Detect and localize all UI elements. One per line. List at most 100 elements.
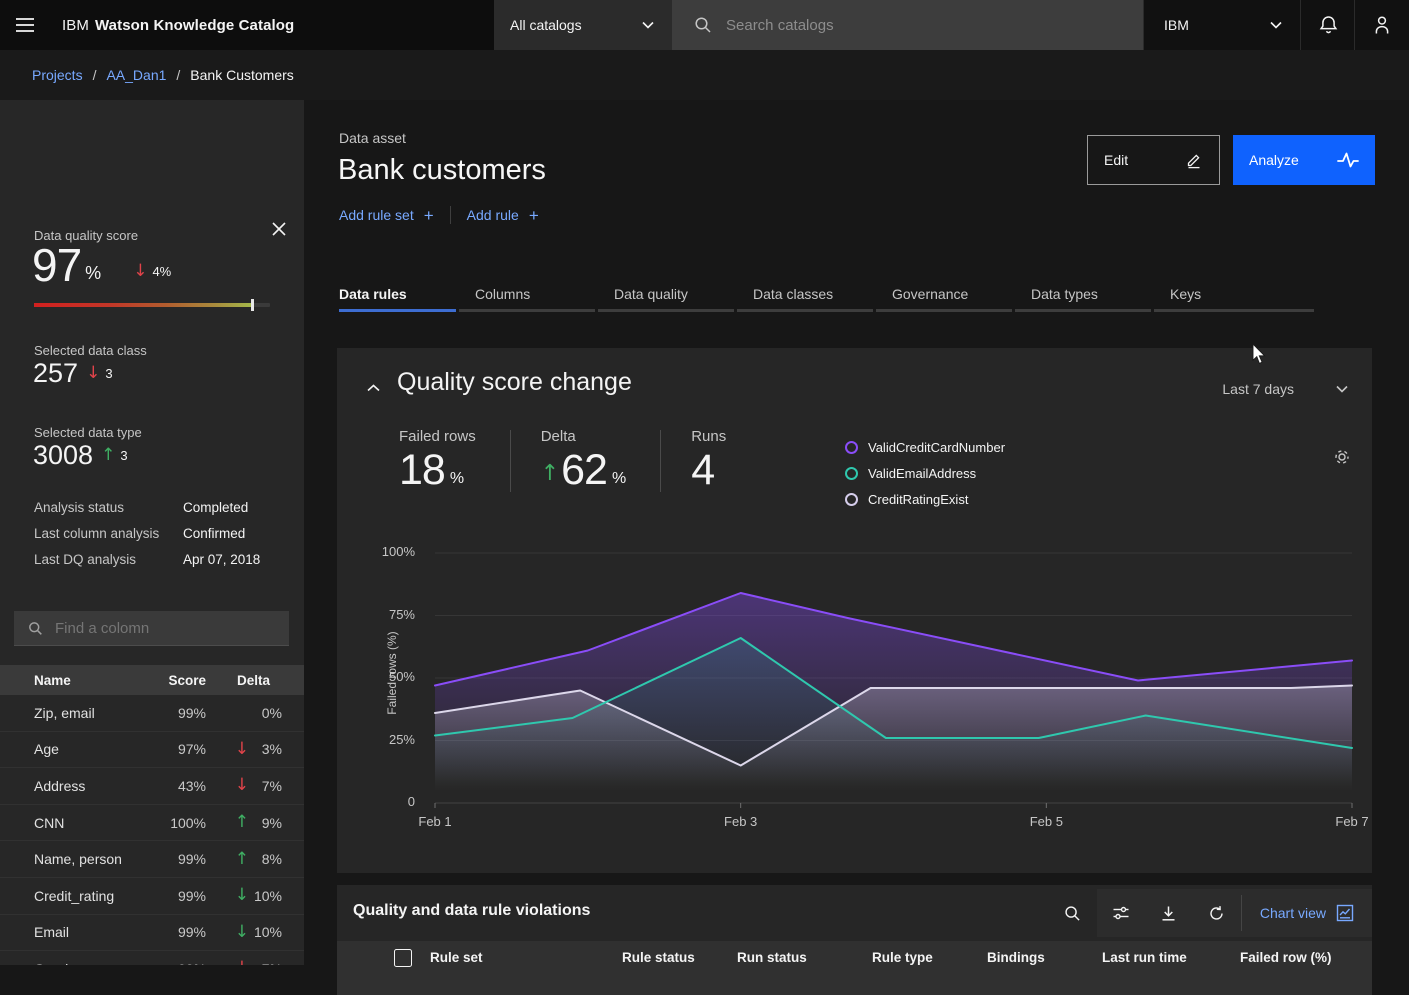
column-delta: ↓ 7%: [206, 777, 282, 794]
column-delta-value: 7%: [254, 778, 282, 794]
breadcrumb-separator: /: [176, 67, 180, 83]
breadcrumb-project-name[interactable]: AA_Dan1: [106, 67, 166, 83]
column-name: Zip, email: [0, 705, 140, 721]
x-tick-label: Feb 7: [1317, 814, 1387, 829]
line-chart[interactable]: [425, 543, 1360, 815]
violations-column-bindings[interactable]: Bindings: [987, 950, 1045, 965]
column-delta: ↑9%: [206, 814, 282, 831]
analyze-button[interactable]: Analyze: [1233, 135, 1375, 185]
close-sidebar-button[interactable]: [266, 216, 292, 242]
tab-data-types[interactable]: Data types: [1015, 280, 1151, 312]
column-row-name-person[interactable]: Name, person99%↑8%: [0, 841, 304, 878]
column-row-email[interactable]: Email99%↓10%: [0, 915, 304, 952]
column-header-name[interactable]: Name: [0, 673, 140, 688]
catalog-search-input[interactable]: Search catalogs: [672, 0, 1143, 50]
tab-keys[interactable]: Keys: [1154, 280, 1314, 312]
app-title: IBM Watson Knowledge Catalog: [62, 0, 294, 50]
violations-toolbar: Chart view: [1049, 889, 1372, 937]
breadcrumb-projects[interactable]: Projects: [32, 67, 83, 83]
download-button[interactable]: [1145, 889, 1193, 937]
column-row-gender[interactable]: Gender90%↓7%: [0, 951, 304, 965]
account-selector[interactable]: IBM: [1143, 0, 1300, 50]
tab-label: Data rules: [339, 286, 407, 302]
hamburger-menu-button[interactable]: [0, 0, 50, 50]
column-name: Credit_rating: [0, 888, 140, 904]
arrow-down-icon: ↓: [235, 777, 249, 794]
legend-item-validcreditcardnumber[interactable]: ValidCreditCardNumber: [845, 440, 1005, 455]
add-rule-set-link[interactable]: Add rule set +: [339, 207, 434, 224]
edit-button[interactable]: Edit: [1087, 135, 1220, 185]
violations-column-rule-status[interactable]: Rule status: [622, 950, 695, 965]
meta-label: Last DQ analysis: [34, 552, 183, 567]
add-links-row: Add rule set + Add rule +: [339, 206, 539, 224]
column-delta: ↑8%: [206, 851, 282, 868]
breadcrumb-current: Bank Customers: [190, 67, 293, 83]
column-row-credit-rating[interactable]: Credit_rating99%↓10%: [0, 878, 304, 915]
violations-column-rule-set[interactable]: Rule set: [430, 950, 483, 965]
tab-data-quality[interactable]: Data quality: [598, 280, 734, 312]
meta-label: Last column analysis: [34, 526, 183, 541]
violations-column-run-status[interactable]: Run status: [737, 950, 807, 965]
add-rule-link[interactable]: Add rule +: [467, 207, 539, 224]
data-class-label: Selected data class: [34, 343, 147, 358]
quality-score-unit: %: [85, 263, 101, 288]
column-score: 90%: [140, 961, 206, 965]
user-profile-button[interactable]: [1354, 0, 1409, 50]
column-row-address[interactable]: Address43%↓7%: [0, 768, 304, 805]
legend-item-creditratingexist[interactable]: CreditRatingExist: [845, 492, 1005, 507]
column-header-score[interactable]: Score: [140, 673, 206, 688]
table-search-button[interactable]: [1049, 889, 1097, 937]
find-column-input[interactable]: Find a colomn: [14, 611, 289, 646]
legend-dot-icon: [845, 493, 858, 506]
notifications-button[interactable]: [1300, 0, 1355, 50]
quality-score-number: 97: [32, 242, 81, 288]
column-delta: ↓10%: [206, 887, 282, 904]
arrow-down-icon: ↓: [235, 741, 249, 758]
column-row-age[interactable]: Age97%↓3%: [0, 732, 304, 769]
column-delta: 0%: [206, 705, 282, 721]
tab-columns[interactable]: Columns: [459, 280, 595, 312]
catalog-selector[interactable]: All catalogs: [494, 0, 672, 50]
breadcrumb: Projects / AA_Dan1 / Bank Customers: [32, 67, 294, 83]
quality-score-card: Quality score change Last 7 days Failed …: [337, 348, 1372, 873]
close-icon: [272, 222, 286, 236]
arrow-down-icon: ↓: [133, 263, 147, 280]
violations-column-rule-type[interactable]: Rule type: [872, 950, 933, 965]
stat-failed-rows: Failed rows18%: [399, 428, 510, 492]
violations-column-last-run-time[interactable]: Last run time: [1102, 950, 1187, 965]
arrow-up-icon: ↑: [101, 447, 115, 464]
column-row-cnn[interactable]: CNN100%↑9%: [0, 805, 304, 842]
time-range-selector[interactable]: Last 7 days: [1222, 381, 1348, 397]
search-icon: [1064, 905, 1081, 922]
meta-row: Last column analysisConfirmed: [34, 526, 274, 541]
legend-item-validemailaddress[interactable]: ValidEmailAddress: [845, 466, 1005, 481]
y-tick-label: 50%: [389, 669, 415, 684]
legend-dot-icon: [845, 467, 858, 480]
meta-row: Analysis statusCompleted: [34, 500, 274, 515]
settings-adjust-icon: [1112, 904, 1130, 922]
tab-data-rules[interactable]: Data rules: [339, 280, 456, 312]
reset-button[interactable]: [1193, 889, 1241, 937]
column-row-zip-email[interactable]: Zip, email99%0%: [0, 695, 304, 732]
gauge-marker: [251, 299, 254, 311]
filter-settings-button[interactable]: [1097, 889, 1145, 937]
data-quality-sidebar: Data quality score 97 % ↓ 4% Selected da…: [0, 100, 304, 965]
chart-view-toggle[interactable]: Chart view: [1242, 889, 1372, 937]
chart-settings-button[interactable]: [1329, 444, 1355, 470]
stat-runs: Runs4: [691, 428, 760, 492]
tab-governance[interactable]: Governance: [876, 280, 1012, 312]
select-all-checkbox[interactable]: [394, 949, 412, 967]
column-score: 97%: [140, 741, 206, 757]
tab-data-classes[interactable]: Data classes: [737, 280, 873, 312]
violations-column-failed-row[interactable]: Failed row (%): [1240, 950, 1332, 965]
y-tick-label: 75%: [389, 607, 415, 622]
column-delta-value: 10%: [254, 888, 282, 904]
meta-label: Analysis status: [34, 500, 183, 515]
y-tick-label: 100%: [382, 544, 415, 559]
x-tick-label: Feb 5: [1011, 814, 1081, 829]
y-tick-label: 0: [408, 794, 415, 809]
column-header-delta[interactable]: Delta: [206, 673, 270, 688]
tab-label: Data quality: [614, 286, 688, 302]
column-name: Email: [0, 924, 140, 940]
meta-row: Last DQ analysisApr 07, 2018: [34, 552, 274, 567]
